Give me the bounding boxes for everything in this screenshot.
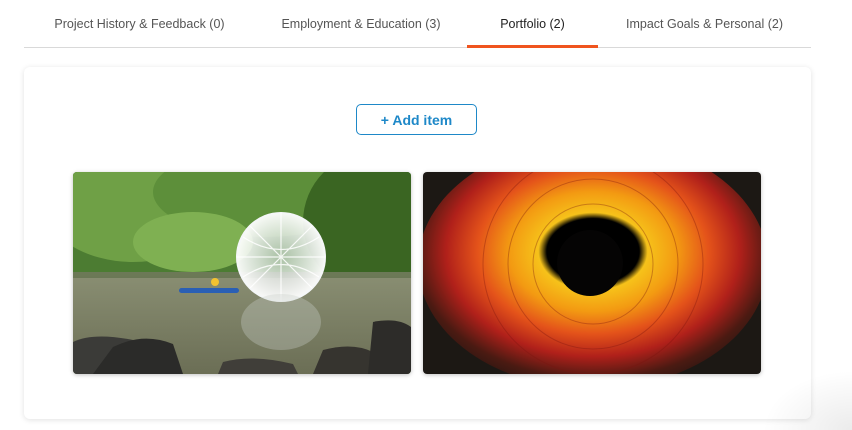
add-item-button[interactable]: + Add item <box>356 104 477 135</box>
tab-impact-goals[interactable]: Impact Goals & Personal (2) <box>598 0 811 47</box>
tab-portfolio[interactable]: Portfolio (2) <box>467 0 598 48</box>
tab-project-history[interactable]: Project History & Feedback (0) <box>24 0 255 47</box>
corner-shadow <box>762 370 852 430</box>
tab-label: Employment & Education (3) <box>281 16 441 31</box>
portfolio-image-leaf-circle <box>423 172 761 374</box>
portfolio-panel: + Add item <box>24 67 811 419</box>
tab-label: Portfolio (2) <box>500 16 565 31</box>
portfolio-image-lake-sphere <box>73 172 411 374</box>
tab-employment-education[interactable]: Employment & Education (3) <box>255 0 467 47</box>
tab-label: Project History & Feedback (0) <box>54 16 225 31</box>
portfolio-item[interactable] <box>423 172 761 374</box>
tab-label: Impact Goals & Personal (2) <box>625 16 783 31</box>
portfolio-item[interactable] <box>73 172 411 374</box>
tab-bar: Project History & Feedback (0) Employmen… <box>24 0 811 48</box>
